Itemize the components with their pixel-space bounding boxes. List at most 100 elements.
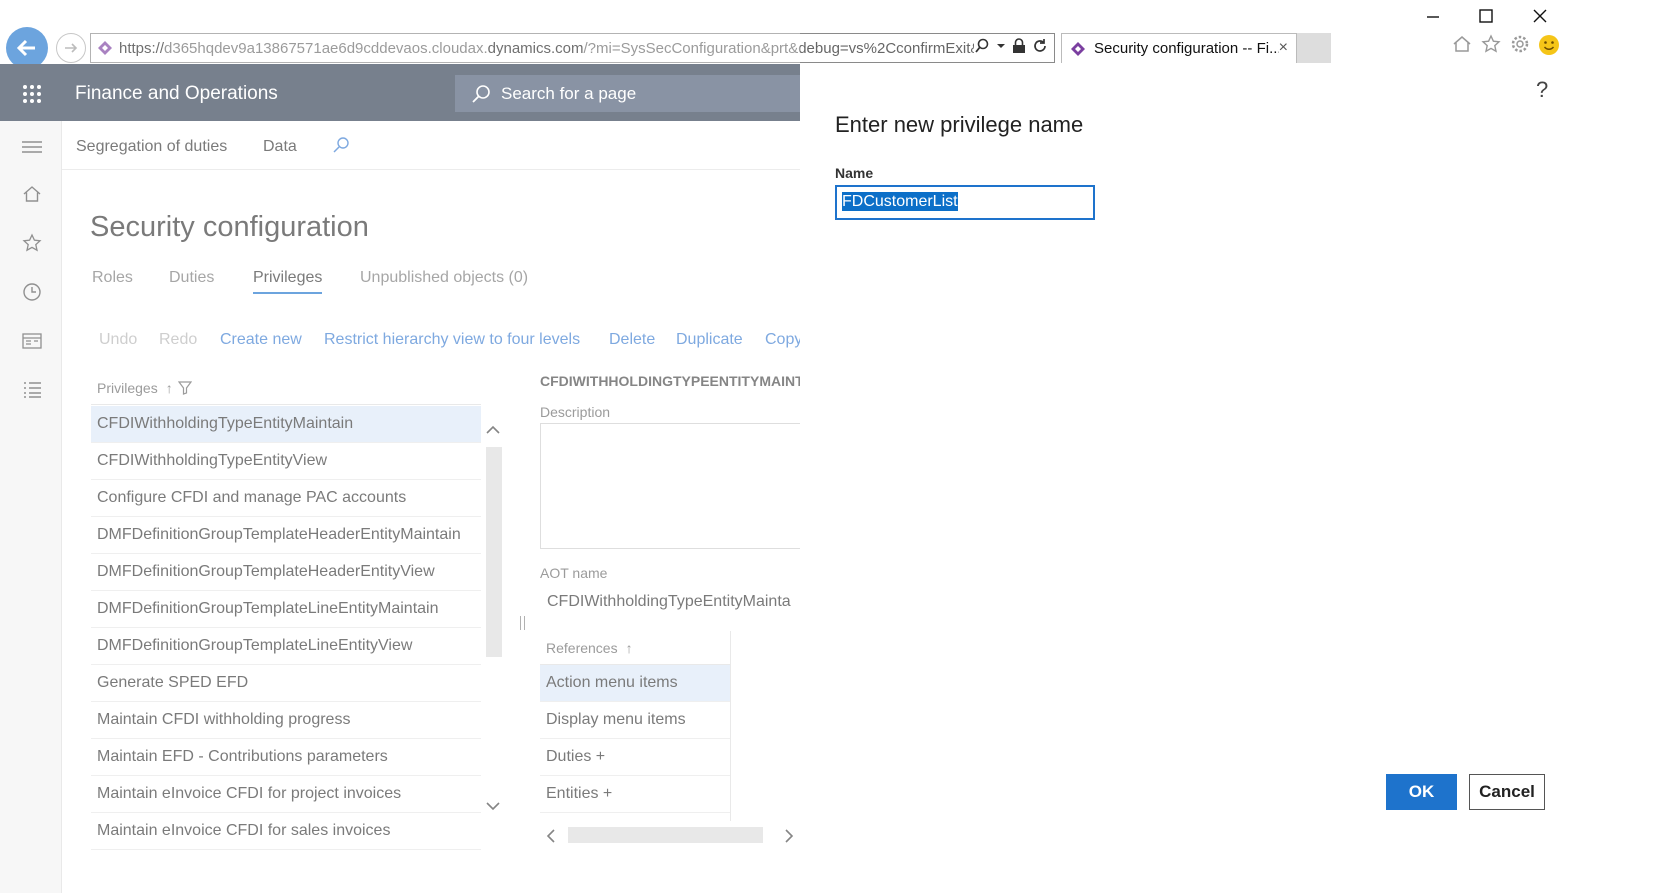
scrollbar-thumb[interactable] bbox=[486, 447, 502, 657]
ok-button[interactable]: OK bbox=[1386, 774, 1457, 810]
home-icon[interactable] bbox=[1452, 34, 1472, 54]
list-item[interactable]: Entities + bbox=[540, 776, 730, 813]
back-button[interactable] bbox=[6, 27, 48, 69]
chevron-right-icon[interactable] bbox=[784, 829, 794, 843]
maximize-icon[interactable] bbox=[1478, 8, 1494, 24]
url-domain: dynamics.com bbox=[487, 39, 584, 57]
dropdown-icon[interactable] bbox=[996, 41, 1006, 51]
name-field-label: Name bbox=[835, 165, 874, 181]
site-icon bbox=[1071, 41, 1085, 56]
table-row[interactable]: CFDIWithholdingTypeEntityView bbox=[91, 443, 481, 480]
table-row[interactable]: Configure CFDI and manage PAC accounts bbox=[91, 480, 481, 517]
url-prefix: https:// bbox=[119, 39, 165, 57]
table-row[interactable]: Maintain EFD - Contributions parameters bbox=[91, 739, 481, 776]
search-icon[interactable] bbox=[332, 136, 350, 154]
url-host: d365hqdev9a13867571ae6d9cddevaos.cloudax… bbox=[164, 39, 488, 57]
horizontal-scrollbar[interactable] bbox=[540, 823, 800, 847]
search-icon bbox=[472, 84, 490, 103]
sort-ascending-icon[interactable]: ↑ bbox=[166, 380, 173, 396]
aot-name-value: CFDIWithholdingTypeEntityMainta bbox=[547, 593, 791, 610]
tab-roles[interactable]: Roles bbox=[92, 269, 133, 287]
description-label: Description bbox=[540, 404, 611, 420]
copy-button[interactable]: Copy bbox=[765, 331, 800, 349]
page-search[interactable]: Search for a page bbox=[455, 75, 800, 112]
list-item[interactable]: Action menu items bbox=[540, 665, 730, 702]
app-launcher-icon[interactable] bbox=[22, 84, 42, 104]
home-icon[interactable] bbox=[20, 182, 44, 206]
recent-clock-icon[interactable] bbox=[20, 280, 44, 304]
table-row[interactable]: DMFDefinitionGroupTemplateHeaderEntityMa… bbox=[91, 517, 481, 554]
minimize-icon[interactable] bbox=[1425, 8, 1441, 24]
tab-close-icon[interactable]: × bbox=[1279, 39, 1288, 57]
duplicate-button[interactable]: Duplicate bbox=[676, 331, 743, 349]
tab-unpublished-objects[interactable]: Unpublished objects (0) bbox=[360, 269, 528, 287]
table-row[interactable]: Generate SPED EFD bbox=[91, 665, 481, 702]
table-row[interactable]: CFDIWithholdingTypeEntityMaintain bbox=[91, 406, 481, 443]
references-column-header[interactable]: References ↑ bbox=[540, 631, 730, 665]
privileges-column-header[interactable]: Privileges ↑ bbox=[91, 371, 481, 405]
divider bbox=[730, 631, 731, 821]
privilege-name-input[interactable]: FDCustomerList bbox=[835, 185, 1095, 220]
url-path: /?mi=SysSecConfiguration&prt&debug=vs%2C… bbox=[583, 39, 974, 57]
lock-icon[interactable] bbox=[1012, 38, 1026, 54]
navigation-rail bbox=[0, 121, 62, 893]
new-tab-button[interactable] bbox=[1297, 33, 1331, 63]
dialog-title: Enter new privilege name bbox=[835, 112, 1084, 137]
browser-tab[interactable]: Security configuration -- Fi... × bbox=[1061, 33, 1297, 63]
chevron-up-icon[interactable] bbox=[486, 425, 500, 435]
forward-button[interactable] bbox=[56, 33, 86, 63]
sort-ascending-icon[interactable]: ↑ bbox=[626, 640, 633, 656]
arrow-left-icon bbox=[16, 39, 35, 57]
list-item[interactable]: Display menu items bbox=[540, 702, 730, 739]
workspaces-icon[interactable] bbox=[20, 329, 44, 353]
action-pane: Segregation of duties Data bbox=[62, 121, 800, 170]
search-placeholder: Search for a page bbox=[501, 83, 637, 103]
address-icons bbox=[974, 38, 1048, 54]
pane-splitter[interactable] bbox=[520, 616, 525, 630]
arrow-right-icon bbox=[65, 43, 78, 53]
tab-privileges[interactable]: Privileges bbox=[253, 269, 323, 294]
address-bar[interactable]: https://d365hqdev9a13867571ae6d9cddevaos… bbox=[90, 33, 1055, 63]
nav-data[interactable]: Data bbox=[263, 138, 297, 156]
list-item[interactable]: Duties + bbox=[540, 739, 730, 776]
redo-button[interactable]: Redo bbox=[159, 331, 197, 349]
tab-duties[interactable]: Duties bbox=[169, 269, 214, 287]
restrict-hierarchy-button[interactable]: Restrict hierarchy view to four levels bbox=[324, 331, 580, 349]
favorites-star-icon[interactable] bbox=[1481, 34, 1501, 54]
close-window-icon[interactable] bbox=[1532, 8, 1548, 24]
site-icon bbox=[98, 41, 112, 55]
table-row[interactable]: Maintain CFDI withholding progress bbox=[91, 702, 481, 739]
table-row[interactable]: DMFDefinitionGroupTemplateLineEntityView bbox=[91, 628, 481, 665]
favorites-star-icon[interactable] bbox=[20, 231, 44, 255]
help-icon[interactable]: ? bbox=[1536, 77, 1548, 103]
table-row[interactable]: Maintain eInvoice CFDI for sales invoice… bbox=[91, 813, 481, 850]
smiley-icon[interactable] bbox=[1538, 34, 1560, 56]
nav-segregation-of-duties[interactable]: Segregation of duties bbox=[76, 138, 227, 156]
table-row[interactable]: DMFDefinitionGroupTemplateLineEntityMain… bbox=[91, 591, 481, 628]
delete-button[interactable]: Delete bbox=[609, 331, 655, 349]
page-title: Security configuration bbox=[90, 211, 369, 243]
filter-icon[interactable] bbox=[177, 380, 192, 395]
references-grid: References ↑ Action menu items Display m… bbox=[540, 631, 730, 813]
scrollbar-thumb[interactable] bbox=[568, 827, 763, 843]
gear-icon[interactable] bbox=[1510, 34, 1530, 54]
new-privilege-dialog: ? Enter new privilege name Name FDCustom… bbox=[800, 64, 1658, 893]
description-field[interactable] bbox=[540, 423, 800, 549]
app-header: Finance and Operations Search for a page bbox=[0, 64, 800, 121]
chevron-left-icon[interactable] bbox=[546, 829, 556, 843]
app-title[interactable]: Finance and Operations bbox=[75, 83, 278, 105]
chevron-down-icon[interactable] bbox=[486, 801, 500, 811]
create-new-button[interactable]: Create new bbox=[220, 331, 302, 349]
privileges-scrollbar[interactable] bbox=[482, 421, 504, 831]
undo-button[interactable]: Undo bbox=[99, 331, 137, 349]
modules-list-icon[interactable] bbox=[20, 378, 44, 402]
screen: https://d365hqdev9a13867571ae6d9cddevaos… bbox=[0, 0, 1658, 893]
privileges-grid: CFDIWithholdingTypeEntityMaintain CFDIWit… bbox=[91, 406, 481, 893]
refresh-icon[interactable] bbox=[1032, 38, 1048, 54]
hamburger-menu-icon[interactable] bbox=[20, 135, 44, 159]
privilege-name-value: FDCustomerList bbox=[842, 192, 958, 211]
search-icon[interactable] bbox=[974, 38, 990, 54]
cancel-button[interactable]: Cancel bbox=[1469, 774, 1545, 810]
table-row[interactable]: DMFDefinitionGroupTemplateHeaderEntityVi… bbox=[91, 554, 481, 591]
table-row[interactable]: Maintain eInvoice CFDI for project invoi… bbox=[91, 776, 481, 813]
